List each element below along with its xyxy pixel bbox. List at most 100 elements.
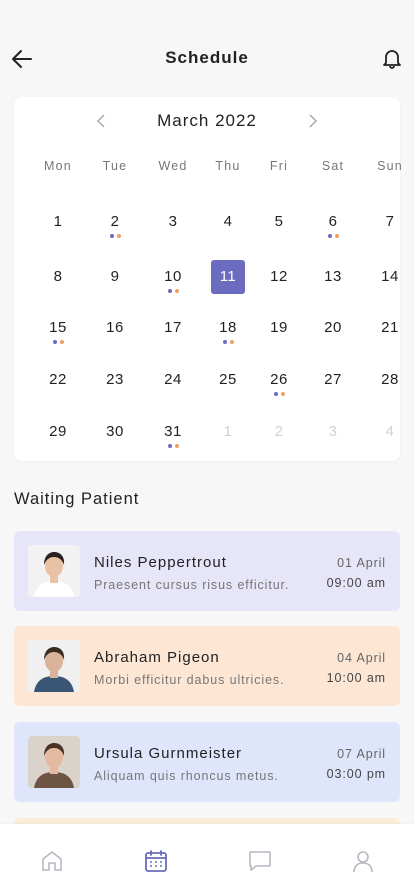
appointment-dot bbox=[52, 340, 57, 344]
calendar-day[interactable]: 22 bbox=[41, 363, 75, 397]
calendar-icon bbox=[145, 850, 167, 872]
appointment-indicator bbox=[156, 289, 190, 293]
bell-icon bbox=[383, 50, 401, 69]
calendar-day[interactable]: 17 bbox=[156, 311, 190, 345]
appointment-dot bbox=[273, 392, 278, 396]
calendar-day[interactable]: 13 bbox=[316, 260, 350, 294]
avatar bbox=[28, 545, 80, 597]
calendar-card: March 2022 Mon Tue Wed Thu Fri Sat Sun 1234567… bbox=[14, 97, 402, 461]
calendar-day[interactable]: 27 bbox=[316, 363, 350, 397]
appointment-dot bbox=[327, 234, 332, 238]
weekday-label: Sat bbox=[321, 159, 345, 173]
page-title: Schedule bbox=[165, 48, 249, 67]
appointment-dot bbox=[222, 340, 227, 344]
patient-card[interactable]: Niles Peppertrout Praesent cursus risus e… bbox=[14, 531, 400, 611]
day-number: 27 bbox=[324, 371, 342, 388]
patient-card[interactable]: Ursula Gurnmeister Aliquam quis rhoncus m… bbox=[14, 722, 400, 802]
calendar-day[interactable]: 10 bbox=[156, 260, 190, 294]
weekday-label: Fri bbox=[269, 159, 289, 173]
day-number: 3 bbox=[328, 423, 338, 440]
day-number: 4 bbox=[385, 423, 395, 440]
patient-name: Abraham Pigeon bbox=[94, 649, 220, 666]
tab-calendar[interactable] bbox=[143, 848, 169, 874]
day-number: 3 bbox=[168, 213, 178, 230]
day-number: 30 bbox=[106, 423, 124, 440]
appointment-dot bbox=[116, 234, 121, 238]
appointment-time: 09:00 am bbox=[326, 576, 386, 590]
appointment-indicator bbox=[262, 392, 296, 396]
day-number: 25 bbox=[219, 371, 237, 388]
calendar-day[interactable]: 1 bbox=[211, 415, 245, 449]
avatar bbox=[28, 736, 80, 788]
tab-profile[interactable] bbox=[350, 848, 376, 874]
calendar-day[interactable]: 26 bbox=[262, 363, 296, 397]
calendar-day[interactable]: 1 bbox=[41, 205, 75, 239]
calendar-day[interactable]: 30 bbox=[98, 415, 132, 449]
calendar-day[interactable]: 9 bbox=[98, 260, 132, 294]
calendar-day[interactable]: 24 bbox=[156, 363, 190, 397]
calendar-day[interactable]: 16 bbox=[98, 311, 132, 345]
calendar-day[interactable]: 19 bbox=[262, 311, 296, 345]
calendar-day[interactable]: 21 bbox=[373, 311, 407, 345]
bottom-tab-bar bbox=[0, 824, 414, 896]
calendar-day[interactable]: 28 bbox=[373, 363, 407, 397]
appointment-dot bbox=[59, 340, 64, 344]
day-number: 18 bbox=[219, 319, 237, 336]
calendar-day[interactable]: 2 bbox=[262, 415, 296, 449]
day-number: 8 bbox=[53, 268, 63, 285]
calendar-day[interactable]: 3 bbox=[156, 205, 190, 239]
appointment-date: 04 April bbox=[337, 651, 386, 665]
day-number: 7 bbox=[385, 213, 395, 230]
patient-note: Morbi efficitur dabus ultricies. bbox=[94, 673, 285, 687]
calendar-day[interactable]: 20 bbox=[316, 311, 350, 345]
header: Schedule bbox=[0, 36, 414, 80]
day-number: 10 bbox=[164, 268, 182, 285]
appointment-indicator bbox=[41, 340, 75, 344]
day-number: 9 bbox=[110, 268, 120, 285]
patient-note: Praesent cursus risus efficitur. bbox=[94, 578, 290, 592]
calendar-day[interactable]: 3 bbox=[316, 415, 350, 449]
day-number: 15 bbox=[49, 319, 67, 336]
profile-icon bbox=[353, 851, 373, 873]
appointment-indicator bbox=[316, 234, 350, 238]
day-number: 1 bbox=[223, 423, 233, 440]
day-number: 19 bbox=[270, 319, 288, 336]
weekday-label: Sun bbox=[377, 159, 403, 173]
patient-card[interactable]: Abraham Pigeon Morbi efficitur dabus ultr… bbox=[14, 626, 400, 706]
next-month-button[interactable] bbox=[304, 113, 320, 129]
calendar-day[interactable]: 5 bbox=[262, 205, 296, 239]
calendar-day[interactable]: 15 bbox=[41, 311, 75, 345]
calendar-day[interactable]: 18 bbox=[211, 311, 245, 345]
calendar-day[interactable]: 6 bbox=[316, 205, 350, 239]
calendar-day[interactable]: 14 bbox=[373, 260, 407, 294]
appointment-indicator bbox=[211, 340, 245, 344]
notification-button[interactable] bbox=[380, 46, 404, 70]
tab-messages[interactable] bbox=[247, 848, 273, 874]
tab-home[interactable] bbox=[39, 848, 65, 874]
calendar-day[interactable]: 29 bbox=[41, 415, 75, 449]
day-number: 20 bbox=[324, 319, 342, 336]
day-number: 13 bbox=[324, 268, 342, 285]
calendar-day[interactable]: 12 bbox=[262, 260, 296, 294]
calendar-day[interactable]: 31 bbox=[156, 415, 190, 449]
appointment-date: 07 April bbox=[337, 747, 386, 761]
calendar-day[interactable]: 23 bbox=[98, 363, 132, 397]
calendar-day[interactable]: 7 bbox=[373, 205, 407, 239]
day-number: 2 bbox=[110, 213, 120, 230]
weekday-label: Mon bbox=[44, 159, 72, 173]
day-number: 29 bbox=[49, 423, 67, 440]
appointment-dot bbox=[229, 340, 234, 344]
calendar-day[interactable]: 2 bbox=[98, 205, 132, 239]
chevron-right-icon bbox=[309, 114, 318, 128]
calendar-day[interactable]: 8 bbox=[41, 260, 75, 294]
calendar-day[interactable]: 4 bbox=[373, 415, 407, 449]
avatar bbox=[28, 640, 80, 692]
calendar-day[interactable]: 25 bbox=[211, 363, 245, 397]
day-number: 12 bbox=[270, 268, 288, 285]
appointment-date: 01 April bbox=[337, 556, 386, 570]
appointment-dot bbox=[167, 444, 172, 448]
appointment-dot bbox=[167, 289, 172, 293]
weekday-label: Thu bbox=[215, 159, 241, 173]
calendar-day-selected[interactable]: 11 bbox=[211, 260, 245, 294]
calendar-day[interactable]: 4 bbox=[211, 205, 245, 239]
